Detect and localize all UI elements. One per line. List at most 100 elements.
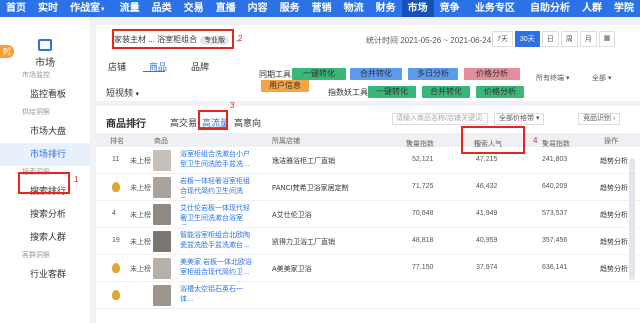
flow-index: 48,818 [412,237,434,244]
chevron-down-icon: ▾ [135,91,140,98]
range-7d[interactable]: 7天 [492,31,513,47]
row-rank: 4 [112,210,116,217]
calendar-icon[interactable]: ▦ [598,31,616,47]
range-30d[interactable]: 30天 [514,31,540,47]
nav-content[interactable]: 内容 [242,0,274,17]
subtab-high-trade[interactable]: 高交易 [170,116,197,129]
one-click-convert-button[interactable]: 一键转化 [292,68,346,80]
row-status: 未上榜 [130,185,151,192]
range-day[interactable]: 日 [541,31,559,47]
trend-analysis-link[interactable]: 趋势分析 [600,237,628,247]
product-name[interactable]: 浴槽太空铝石英石一体… [180,285,252,306]
competitor-recognize-button[interactable]: 竞品识别 › [578,113,621,125]
product-name[interactable]: 智能浴室柜组合北欧陶瓷盆洗脸手盆洗漱台… [180,231,252,252]
nav-live[interactable]: 直播 [210,0,242,17]
nav-realtime[interactable]: 实时 [32,0,64,17]
sidebar-section-label: 供给洞察 [22,109,50,116]
table-row: 4 未上榜 艾仕伦岩板一体现代轻奢卫生间洗漱台浴室柜… A艾仕伦卫浴 70,64… [96,201,640,228]
nav-category[interactable]: 品类 [146,0,178,17]
product-thumbnail[interactable] [153,285,171,306]
product-thumbnail[interactable] [153,150,171,171]
multi-day-analysis-button[interactable]: 多日分析 [408,68,458,80]
search-popularity: 37,974 [476,264,498,271]
sidebar: 市场 市场监控 监控看板 供给洞察 市场大盘 市场排行 搜索洞察 搜索排行 搜索… [0,17,90,323]
trade-index: 241,803 [542,156,568,163]
product-thumbnail[interactable] [153,258,171,279]
nav-competition[interactable]: 竞争 [434,0,466,17]
sidebar-section-label: 市场监控 [22,72,50,79]
nav-trade[interactable]: 交易 [178,0,210,17]
row-rank: 11 [112,156,120,163]
product-name[interactable]: 美美家 岩板一体北欧浴室柜组合现代简约卫… [180,258,252,279]
product-name[interactable]: 浴室柜组合洗漱台小户型卫生间洗脸手盆洗… [180,150,252,171]
range-week[interactable]: 周 [560,31,578,47]
tab-brand[interactable]: 品牌 [191,60,209,73]
nav-self-analysis[interactable]: 自助分析 [524,0,576,17]
merge-convert-button[interactable]: 合并转化 [350,68,402,80]
sidebar-item-search-analysis[interactable]: 搜索分析 [0,203,90,226]
sidebar-item-monitor[interactable]: 监控看板 [0,83,90,106]
trade-index: 636,141 [542,264,568,271]
product-name[interactable]: 艾仕伦岩板一体现代轻奢卫生间洗漱台浴室柜… [180,204,252,225]
category-selector[interactable]: 家装主材 ... 浴室柜组合 专业版 ⌄ [114,34,241,45]
nav-finance[interactable]: 财务 [370,0,402,17]
version-tag: 专业版 [200,36,230,45]
sort-icon: ⇅ [406,140,412,147]
product-thumbnail[interactable] [153,231,171,252]
trend-analysis-link[interactable]: 趋势分析 [600,264,628,274]
nav-warroom[interactable]: 作战室▾ [64,0,111,17]
chevron-down-icon: ▾ [101,6,105,13]
ranking-title: 商品排行 [106,119,146,130]
row-status: 未上榜 [130,239,151,246]
nav-business[interactable]: 业务专区 [469,0,521,17]
all-select[interactable]: 全部 ▾ [592,73,611,83]
row-status: 未上榜 [130,158,151,165]
nav-market[interactable]: 市场 [401,0,434,17]
scrollbar[interactable] [629,158,635,280]
tab-shop[interactable]: 店铺 [108,60,126,73]
nav-logistics[interactable]: 物流 [338,0,370,17]
trend-analysis-link[interactable]: 趋势分析 [600,183,628,193]
sidebar-item-market-overview[interactable]: 市场大盘 [0,120,90,143]
top-nav: 首页 实时 作战室▾ 流量 品类 交易 直播 内容 服务 营销 物流 财务 市场… [0,0,640,17]
product-thumbnail[interactable] [153,177,171,198]
flow-index: 77,150 [412,264,434,271]
subtab-high-intent[interactable]: 高意向 [234,116,261,129]
tab-short-video[interactable]: 短视频 ▾ [106,86,139,99]
product-thumbnail[interactable] [153,204,171,225]
price-analysis-button[interactable]: 价格分析 [464,68,520,80]
shop-name[interactable]: A艾仕伦卫浴 [272,210,312,220]
nav-marketing[interactable]: 营销 [306,0,338,17]
product-name[interactable]: 岩板一体轻奢浴室柜组合现代简约卫生间洗手… [180,177,252,198]
trend-analysis-link[interactable]: 趋势分析 [600,156,628,166]
shop-name[interactable]: A美美家卫浴 [272,264,312,274]
search-input[interactable]: 请输入商品名称/店铺关键词 [392,113,488,125]
terminal-select[interactable]: 所有终端 ▾ [536,73,569,83]
user-info-button[interactable]: 用户信息 [261,80,309,92]
index-merge-convert-button[interactable]: 合并转化 [422,86,470,98]
shop-name[interactable]: FANCI梵希卫浴家居定制 [272,183,349,193]
sidebar-section-label: 客群洞察 [22,252,50,259]
nav-home[interactable]: 首页 [0,0,32,17]
col-rank[interactable]: 排名 [110,136,124,146]
sidebar-item-market-ranking[interactable]: 市场排行 [0,143,90,166]
trend-analysis-link[interactable]: 趋势分析 [600,210,628,220]
index-one-click-convert-button[interactable]: 一键转化 [368,86,416,98]
medal-icon [112,263,120,273]
shop-name[interactable]: 凯得力卫浴工厂直销 [272,237,335,247]
shop-name[interactable]: 逸洁雅浴柜工厂直销 [272,156,335,166]
nav-academy[interactable]: 学院 [608,0,640,17]
range-month[interactable]: 月 [579,31,597,47]
price-band-select[interactable]: 全部价格带 ▾ [494,113,545,125]
sidebar-item-search-crowd[interactable]: 搜索人群 [0,226,90,249]
index-price-analysis-button[interactable]: 价格分析 [476,86,524,98]
nav-traffic[interactable]: 流量 [114,0,146,17]
sort-icon: ⇅ [542,140,548,147]
chevron-down-icon: ▾ [565,75,570,82]
tab-underline [143,71,165,72]
col-product: 商品 [154,138,168,145]
terminal-select-label: 所有终端 [536,75,564,82]
sidebar-item-industry-crowd[interactable]: 行业客群 [0,263,90,286]
nav-service[interactable]: 服务 [274,0,306,17]
nav-audience[interactable]: 人群 [576,0,608,17]
